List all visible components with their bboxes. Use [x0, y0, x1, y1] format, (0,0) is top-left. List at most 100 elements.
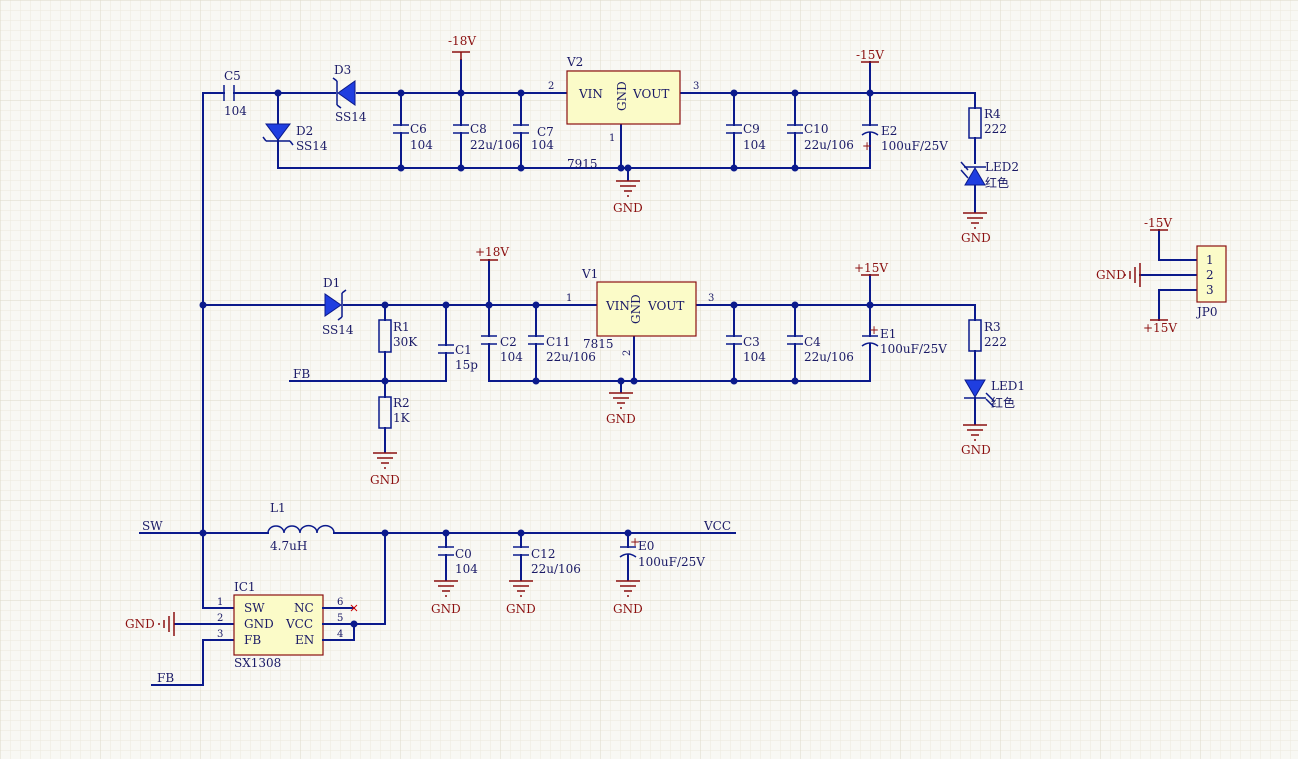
c12-ref: C12	[531, 547, 555, 561]
c6-ref: C6	[410, 122, 427, 136]
power-port-neg15-jp: -15V	[1144, 216, 1172, 231]
v2-value: 7915	[567, 157, 598, 171]
v1-vin-label: VIN	[605, 299, 630, 313]
neg18-label: -18V	[448, 34, 476, 48]
jp0-pin-2: 2	[1206, 268, 1214, 282]
r1-value: 30K	[393, 335, 418, 349]
e2-value: 100uF/25V	[881, 139, 948, 153]
net-vcc: VCC	[703, 519, 731, 533]
l1-ref: L1	[270, 501, 286, 515]
c2-value: 104	[500, 350, 523, 364]
v1-ref: V1	[581, 267, 598, 281]
ic1-pin-3: 3	[217, 629, 223, 640]
ic1-sw-label: SW	[244, 601, 265, 615]
pos15-mid-label: +15V	[854, 261, 888, 275]
c0-ref: C0	[455, 547, 472, 561]
led1-ref: LED1	[991, 379, 1025, 393]
gnd-c0-label: GND	[431, 602, 461, 616]
gnd-v2-label: GND	[613, 201, 643, 215]
c10-value: 22u/106	[804, 138, 854, 152]
v1-pin-2: 2	[622, 350, 633, 356]
ic1-fb-label: FB	[244, 633, 261, 647]
power-port-pos15-mid: +15V	[854, 261, 888, 276]
c11-ref: C11	[546, 335, 570, 349]
ic1-vcc-label: VCC	[285, 617, 313, 631]
r1-ref: R1	[393, 320, 410, 334]
c12-value: 22u/106	[531, 562, 581, 576]
r3-ref: R3	[984, 320, 1001, 334]
v2-pin-3: 3	[693, 81, 699, 92]
c10-ref: C10	[804, 122, 828, 136]
ic1-value: SX1308	[234, 656, 281, 670]
net-fb-mid: FB	[293, 367, 310, 381]
c1-value: 15p	[455, 358, 478, 372]
c0-value: 104	[455, 562, 478, 576]
pos18-label: +18V	[475, 245, 509, 259]
d3-ref: D3	[334, 63, 351, 77]
c5-value: 104	[224, 104, 247, 118]
v1-vout-label: VOUT	[647, 299, 684, 313]
power-port-neg15-top: -15V	[856, 48, 884, 63]
gnd-e0-label: GND	[613, 602, 643, 616]
pos15-jp-label: +15V	[1143, 321, 1177, 335]
c4-ref: C4	[804, 335, 821, 349]
v1-pin-1: 1	[566, 293, 572, 304]
c7-ref: C7	[537, 125, 554, 139]
d2-value: SS14	[296, 139, 328, 153]
r3-value: 222	[984, 335, 1007, 349]
v2-gnd-label: GND	[615, 81, 629, 111]
neg15-jp-label: -15V	[1144, 216, 1172, 230]
c1-ref: C1	[455, 343, 472, 357]
ic1-pin-1: 1	[217, 597, 223, 608]
c8-ref: C8	[470, 122, 487, 136]
led1-value: 红色	[991, 395, 1015, 410]
gnd-r2-label: GND	[370, 473, 400, 487]
gnd-led1-label: GND	[961, 443, 991, 457]
ic1-en-label: EN	[295, 633, 314, 647]
c9-ref: C9	[743, 122, 760, 136]
c5-ref: C5	[224, 69, 241, 83]
ic1-pin-6: 6	[337, 597, 343, 608]
d1-ref: D1	[323, 276, 340, 290]
e0-value: 100uF/25V	[638, 555, 705, 569]
net-sw: SW	[142, 519, 163, 533]
d2-ref: D2	[296, 124, 313, 138]
gnd-jp0-label: GND	[1096, 268, 1126, 282]
ic1-pin-2: 2	[217, 613, 223, 624]
jp0-ref: JP0	[1195, 305, 1218, 319]
l1-value: 4.7uH	[270, 539, 307, 553]
power-port-pos18: +18V	[475, 245, 509, 261]
gnd-ic1-label: GND	[125, 617, 155, 631]
v1-value: 7815	[583, 337, 614, 351]
c4-value: 22u/106	[804, 350, 854, 364]
neg15-top-label: -15V	[856, 48, 884, 62]
gnd-led2-label: GND	[961, 231, 991, 245]
ic1-pin-5: 5	[337, 613, 343, 624]
e0-ref: E0	[638, 539, 654, 553]
c8-value: 22u/106	[470, 138, 520, 152]
ic1-ref: IC1	[234, 580, 256, 594]
v2-pin-1: 1	[609, 133, 615, 144]
e2-ref: E2	[881, 124, 897, 138]
jp0-pin-3: 3	[1206, 283, 1214, 297]
led2-ref: LED2	[985, 160, 1019, 174]
v2-ref: V2	[566, 55, 583, 69]
jp0-pin-1: 1	[1206, 253, 1214, 267]
v2-vin-label: VIN	[578, 87, 603, 101]
led2-value: 红色	[985, 175, 1009, 190]
v1-pin-3: 3	[708, 293, 714, 304]
c3-ref: C3	[743, 335, 760, 349]
c7-value: 104	[531, 138, 554, 152]
ic1-gnd-label: GND	[244, 617, 274, 631]
ic1-nc-label: NC	[294, 601, 314, 615]
power-port-pos15-jp: +15V	[1143, 319, 1177, 335]
e1-ref: E1	[880, 327, 896, 341]
ic1-pin-4: 4	[337, 629, 343, 640]
r2-value: 1K	[393, 411, 411, 425]
c3-value: 104	[743, 350, 766, 364]
v2-vout-label: VOUT	[632, 87, 669, 101]
e1-value: 100uF/25V	[880, 342, 947, 356]
d3-value: SS14	[335, 110, 367, 124]
c2-ref: C2	[500, 335, 517, 349]
v2-pin-2: 2	[548, 81, 554, 92]
